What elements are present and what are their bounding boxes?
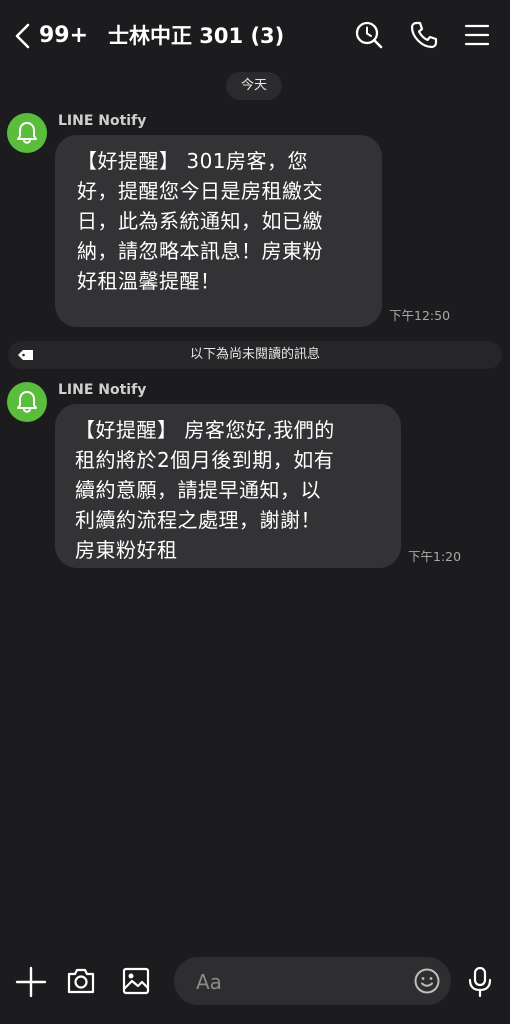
sender-name: LINE Notify bbox=[58, 113, 147, 129]
bell-icon bbox=[17, 391, 37, 413]
camera-button[interactable] bbox=[66, 966, 96, 1000]
unread-count[interactable]: 99+ bbox=[39, 20, 88, 52]
menu-button[interactable] bbox=[462, 20, 492, 50]
image-button[interactable] bbox=[121, 966, 151, 1000]
bell-icon bbox=[17, 122, 37, 144]
back-button[interactable] bbox=[12, 20, 38, 52]
camera-icon bbox=[67, 968, 95, 994]
unread-divider: 以下為尚未閱讀的訊息 bbox=[8, 341, 502, 369]
emoji-button[interactable] bbox=[413, 967, 441, 999]
sender-avatar[interactable] bbox=[7, 382, 47, 422]
mic-icon bbox=[468, 966, 492, 998]
message-time: 下午1:20 bbox=[408, 549, 462, 564]
message-time: 下午12:50 bbox=[389, 308, 451, 323]
sender-avatar[interactable] bbox=[7, 113, 47, 153]
tag-icon bbox=[18, 350, 33, 360]
chat-title[interactable]: 士林中正 301 (3) bbox=[108, 20, 284, 52]
plus-icon bbox=[15, 966, 47, 998]
chat-header: 99+ 士林中正 301 (3) bbox=[0, 0, 510, 72]
voice-button[interactable] bbox=[467, 966, 493, 1002]
menu-icon bbox=[464, 24, 490, 46]
image-icon bbox=[122, 967, 150, 995]
search-button[interactable] bbox=[354, 20, 384, 50]
phone-icon bbox=[410, 21, 438, 49]
emoji-icon bbox=[414, 968, 440, 994]
unread-divider-label: 以下為尚未閱讀的訊息 bbox=[189, 347, 320, 362]
message-bubble[interactable]: 【好提醒】 301房客，您 好，提醒您今日是房租繳交 日，此為系統通知，如已繳 … bbox=[55, 135, 382, 327]
chevron-left-icon bbox=[15, 23, 30, 49]
message-input-container[interactable] bbox=[174, 957, 451, 1005]
message-bubble[interactable]: 【好提醒】 房客您好,我們的 租約將於2個月後到期，如有 續約意願，請提早通知，… bbox=[55, 404, 401, 568]
add-button[interactable] bbox=[15, 966, 47, 1002]
call-button[interactable] bbox=[409, 20, 439, 50]
sender-name: LINE Notify bbox=[58, 382, 147, 398]
search-icon bbox=[355, 21, 383, 49]
message-input[interactable] bbox=[194, 967, 398, 997]
date-divider: 今天 bbox=[226, 72, 282, 100]
